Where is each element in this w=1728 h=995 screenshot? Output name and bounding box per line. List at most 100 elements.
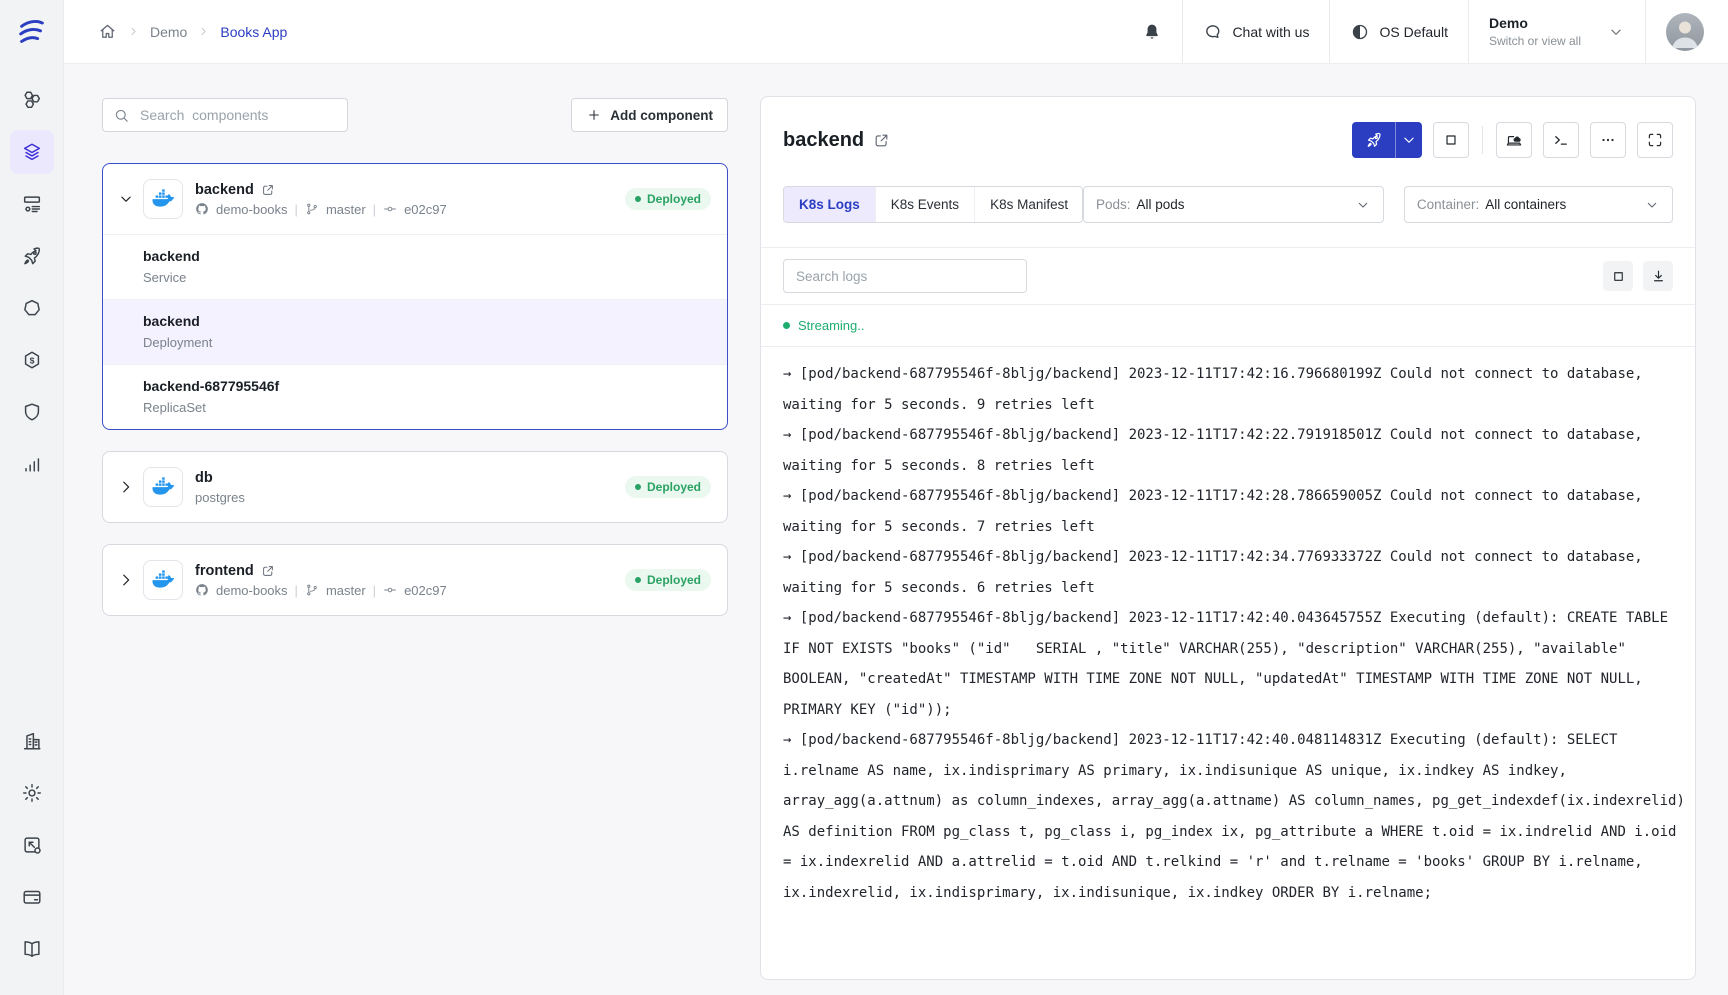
resource-row-replicaset[interactable]: backend-687795546f ReplicaSet (103, 364, 727, 429)
status-label: Deployed (647, 480, 701, 494)
external-link-icon[interactable] (261, 183, 275, 197)
nav-docs[interactable] (10, 927, 54, 971)
log-line: → [pod/backend-687795546f-8bljg/backend]… (783, 359, 1687, 420)
resource-row-service[interactable]: backend Service (103, 234, 727, 299)
log-line: → [pod/backend-687795546f-8bljg/backend]… (783, 725, 1687, 908)
nav-app-stack[interactable] (10, 130, 54, 174)
terminal-icon (1552, 131, 1570, 149)
docs-book-icon (21, 938, 43, 960)
github-icon (195, 583, 209, 597)
topbar: Demo Books App Chat with us OS Default D… (64, 0, 1728, 64)
status-dot (635, 484, 641, 490)
nav-monitoring[interactable] (10, 442, 54, 486)
fullscreen-button[interactable] (1637, 122, 1673, 158)
log-line: → [pod/backend-687795546f-8bljg/backend]… (783, 420, 1687, 481)
nav-apps-hexagons[interactable] (10, 78, 54, 122)
terminal-button[interactable] (1543, 122, 1579, 158)
status-label: Deployed (647, 192, 701, 206)
k8s-tab-group: K8s Logs K8s Events K8s Manifest (783, 186, 1083, 223)
log-line: → [pod/backend-687795546f-8bljg/backend]… (783, 542, 1687, 603)
log-search-input[interactable] (794, 268, 1016, 285)
components-search-input[interactable] (138, 106, 337, 124)
breadcrumb-separator-icon (197, 25, 210, 38)
user-avatar[interactable] (1666, 13, 1704, 51)
nav-security[interactable] (10, 390, 54, 434)
log-line: → [pod/backend-687795546f-8bljg/backend]… (783, 481, 1687, 542)
remote-dev-button[interactable] (1496, 122, 1532, 158)
theme-half-circle-icon (1350, 22, 1370, 42)
ellipsis-icon (1599, 131, 1617, 149)
nav-billing[interactable] (10, 875, 54, 919)
tab-k8s-logs[interactable]: K8s Logs (784, 187, 876, 222)
container-dropdown[interactable]: Container: All containers (1404, 186, 1673, 223)
bell-icon (1142, 22, 1162, 42)
resource-row-deployment[interactable]: backend Deployment (103, 299, 727, 364)
commit-hash: e02c97 (404, 583, 447, 598)
nav-organization[interactable] (10, 719, 54, 763)
component-card-header[interactable]: backend demo-books | master | e02c97 Dep… (103, 164, 727, 234)
breadcrumb-item-books-app[interactable]: Books App (220, 24, 287, 40)
component-card-header[interactable]: db postgres Deployed (103, 452, 727, 522)
components-panel: Add component backend demo-books | maste… (102, 98, 728, 637)
resource-list-icon (21, 193, 43, 215)
external-link-icon[interactable] (261, 564, 275, 578)
deploy-button[interactable] (1352, 122, 1396, 158)
expand-icon (1646, 131, 1664, 149)
avatar-photo (1666, 13, 1704, 51)
rocket-icon (21, 245, 43, 267)
branch-name: master (326, 202, 366, 217)
notifications-button[interactable] (1142, 22, 1162, 42)
home-icon[interactable] (98, 22, 117, 41)
status-badge: Deployed (625, 476, 711, 498)
environment-switcher[interactable]: Demo Switch or view all (1489, 15, 1625, 48)
chat-bubble-icon (1203, 22, 1223, 42)
log-download-button[interactable] (1643, 261, 1673, 291)
download-icon (1650, 268, 1667, 285)
docker-icon (150, 186, 177, 213)
plus-icon (586, 107, 602, 123)
tab-k8s-manifest[interactable]: K8s Manifest (975, 187, 1083, 222)
chevron-down-icon (117, 190, 135, 208)
bar-chart-icon (21, 453, 43, 475)
stop-button[interactable] (1433, 122, 1469, 158)
component-card-db: db postgres Deployed (102, 451, 728, 523)
tab-k8s-events[interactable]: K8s Events (876, 187, 975, 222)
component-card-header[interactable]: frontend demo-books | master | e02c97 De… (103, 545, 727, 615)
topbar-divider (1329, 0, 1330, 63)
git-branch-icon (305, 202, 319, 216)
square-icon (1442, 131, 1460, 149)
status-dot (635, 196, 641, 202)
app-logo[interactable] (15, 0, 49, 64)
streaming-label: Streaming.. (798, 318, 864, 333)
add-component-label: Add component (610, 108, 713, 123)
deploy-options-button[interactable] (1396, 122, 1422, 158)
external-link-icon[interactable] (873, 132, 890, 149)
component-card-backend: backend demo-books | master | e02c97 Dep… (102, 163, 728, 430)
chevron-down-icon (1400, 131, 1418, 149)
status-label: Deployed (647, 573, 701, 587)
deploy-split-button[interactable] (1352, 122, 1422, 158)
pods-dropdown[interactable]: Pods: All pods (1083, 186, 1384, 223)
topbar-divider (1645, 0, 1646, 63)
nav-cost[interactable] (10, 338, 54, 382)
nav-cluster[interactable] (10, 286, 54, 330)
github-icon (195, 202, 209, 216)
nav-external-links[interactable] (10, 823, 54, 867)
streaming-status: Streaming.. (761, 304, 1695, 347)
nav-resource-list[interactable] (10, 182, 54, 226)
log-wrap-button[interactable] (1603, 261, 1633, 291)
nav-settings[interactable] (10, 771, 54, 815)
more-actions-button[interactable] (1590, 122, 1626, 158)
environment-name: Demo (1489, 15, 1581, 31)
theme-toggle[interactable]: OS Default (1350, 22, 1447, 42)
component-card-frontend: frontend demo-books | master | e02c97 De… (102, 544, 728, 616)
rocket-icon (1365, 131, 1383, 149)
log-viewer[interactable]: → [pod/backend-687795546f-8bljg/backend]… (761, 347, 1695, 979)
credit-card-icon (21, 886, 43, 908)
breadcrumb-item-demo[interactable]: Demo (150, 24, 187, 40)
nav-deploy[interactable] (10, 234, 54, 278)
add-component-button[interactable]: Add component (571, 98, 728, 132)
pods-label: Pods: (1096, 197, 1131, 212)
chat-button[interactable]: Chat with us (1203, 22, 1309, 42)
log-search (783, 259, 1027, 293)
